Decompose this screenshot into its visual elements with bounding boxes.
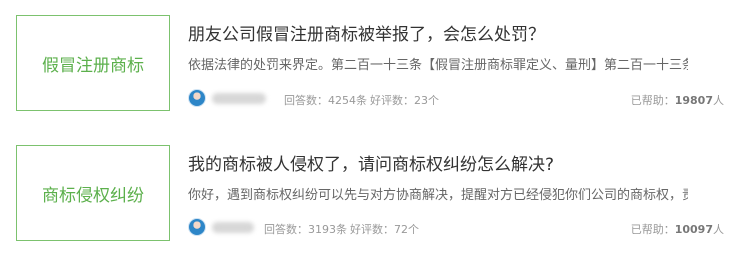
helped-count: 已帮助：10097人 — [631, 221, 724, 237]
helped-count: 已帮助：19807人 — [631, 92, 724, 108]
rating-count: 好评数：72个 — [350, 223, 419, 236]
rating-count: 好评数：23个 — [370, 94, 439, 107]
thumbnail-label: 假冒注册商标 — [42, 55, 144, 76]
qa-item: 商标侵权纠纷 我的商标被人侵权了，请问商标权纠纷怎么解决? 你好，遇到商标权纠纷… — [0, 140, 738, 255]
lawyer-name-blurred[interactable] — [212, 93, 266, 104]
item-thumbnail[interactable]: 商标侵权纠纷 — [16, 145, 170, 241]
lawyer-avatar-icon[interactable] — [188, 218, 206, 236]
answer-excerpt: 你好，遇到商标权纠纷可以先与对方协商解决，提醒对方已经侵犯你们公司的商标权，责令… — [188, 188, 688, 203]
helped-prefix: 已帮助： — [630, 223, 675, 236]
helped-prefix: 已帮助： — [630, 94, 675, 107]
question-title[interactable]: 我的商标被人侵权了，请问商标权纠纷怎么解决? — [188, 150, 554, 175]
answer-excerpt: 依据法律的处罚来界定。第二百一十三条【假冒注册商标罪定义、量刑】第二百一十三条未… — [188, 58, 688, 73]
answer-count: 回答数：3193条 — [264, 223, 347, 236]
helped-suffix: 人 — [713, 223, 724, 236]
item-thumbnail[interactable]: 假冒注册商标 — [16, 15, 170, 111]
thumbnail-label: 商标侵权纠纷 — [42, 185, 144, 206]
helped-number: 19807 — [674, 94, 713, 107]
lawyer-avatar-icon[interactable] — [188, 89, 206, 107]
answer-count: 回答数：4254条 — [284, 94, 367, 107]
helped-number: 10097 — [674, 223, 713, 236]
qa-item: 假冒注册商标 朋友公司假冒注册商标被举报了，会怎么处罚？ 依据法律的处罚来界定。… — [0, 0, 738, 115]
lawyer-name-blurred[interactable] — [212, 222, 254, 233]
helped-suffix: 人 — [713, 94, 724, 107]
question-title[interactable]: 朋友公司假冒注册商标被举报了，会怎么处罚？ — [188, 20, 545, 45]
